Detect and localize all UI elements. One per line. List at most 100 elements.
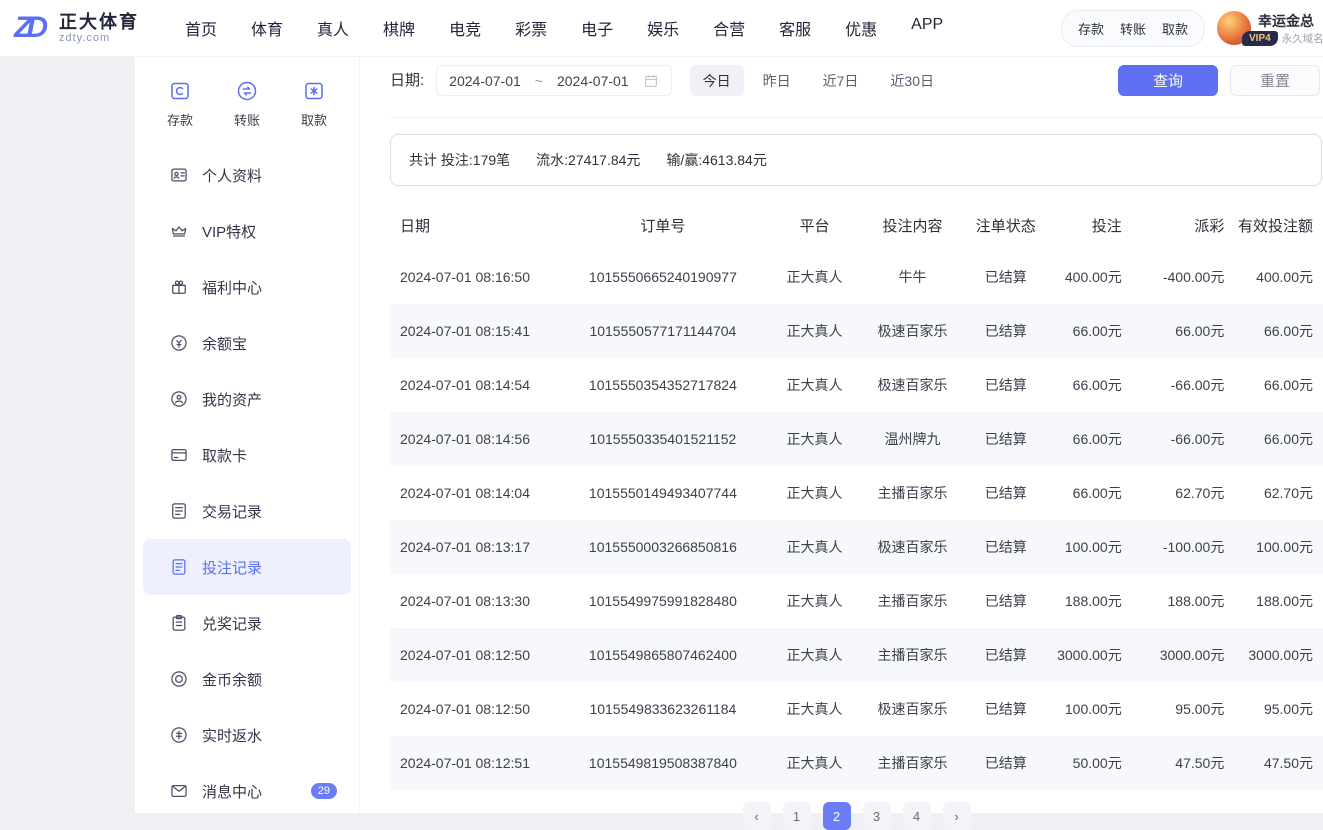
table-row: 2024-07-01 08:13:30 1015549975991828480 正大… — [390, 574, 1323, 628]
page-prev-button[interactable]: ‹ — [742, 802, 771, 830]
cell-order-no: 1015549865807462400 — [588, 647, 737, 663]
header-deposit-link[interactable]: 存款 — [1078, 19, 1104, 38]
cell-valid: 62.70元 — [1263, 485, 1313, 501]
table-row: 2024-07-01 08:12:50 1015549865807462400 正大… — [390, 628, 1323, 682]
cell-date: 2024-07-01 08:15:41 — [400, 323, 530, 339]
page-button-3[interactable]: 3 — [862, 802, 891, 830]
sidebar-item-label: 交易记录 — [202, 503, 263, 521]
sidebar-item-bet-records[interactable]: 投注记录 — [143, 539, 351, 595]
envelope-icon — [171, 784, 187, 798]
cell-valid: 400.00元 — [1256, 269, 1313, 285]
cell-valid: 66.00元 — [1263, 377, 1313, 393]
nav-item-lottery[interactable]: 彩票 — [515, 16, 547, 40]
sidebar-item-label: VIP特权 — [202, 223, 257, 241]
cell-valid: 100.00元 — [1256, 539, 1313, 555]
table-row: 2024-07-01 08:14:56 1015550335401521152 正大… — [390, 412, 1323, 466]
cell-valid: 66.00元 — [1263, 323, 1313, 339]
sidebar-quick-transfer[interactable]: 转账 — [234, 79, 260, 129]
nav-item-esports[interactable]: 电竞 — [449, 16, 481, 40]
cell-payout: 66.00元 — [1175, 323, 1225, 339]
nav-item-slots[interactable]: 电子 — [581, 16, 613, 40]
list-icon — [172, 503, 186, 519]
nav-item-joint[interactable]: 合营 — [713, 16, 745, 40]
sidebar-quick-deposit[interactable]: 存款 — [167, 79, 193, 129]
cell-order-no: 1015550003266850816 — [588, 539, 737, 555]
date-separator: ~ — [534, 72, 543, 89]
sidebar-item-vip[interactable]: VIP特权 — [143, 203, 351, 259]
sidebar-item-welfare[interactable]: 福利中心 — [143, 259, 351, 315]
column-header-date: 日期 — [400, 217, 431, 235]
header-transfer-link[interactable]: 转账 — [1120, 19, 1146, 38]
calendar-icon — [643, 73, 659, 89]
cell-date: 2024-07-01 08:12:50 — [400, 647, 530, 663]
nav-item-home[interactable]: 首页 — [185, 16, 217, 40]
table-row: 2024-07-01 08:14:54 1015550354352717824 正大… — [390, 358, 1323, 412]
cell-valid: 95.00元 — [1263, 701, 1313, 717]
cell-platform: 正大真人 — [786, 593, 843, 609]
sidebar-item-gold-balance[interactable]: 金币余额 — [143, 651, 351, 707]
sidebar-item-yuebao[interactable]: 余额宝 — [143, 315, 351, 371]
brand-logo[interactable]: ZD 正大体育 zdty.com — [14, 12, 139, 45]
sidebar-item-profile[interactable]: 个人资料 — [143, 147, 351, 203]
cell-status: 已结算 — [984, 431, 1027, 447]
nav-item-live[interactable]: 真人 — [317, 16, 349, 40]
cell-order-no: 1015550665240190977 — [588, 269, 737, 285]
sidebar-item-assets[interactable]: 我的资产 — [143, 371, 351, 427]
cell-status: 已结算 — [984, 755, 1027, 771]
page-button-1[interactable]: 1 — [782, 802, 811, 830]
page-button-2[interactable]: 2 — [822, 802, 851, 830]
quick-action-label: 取款 — [300, 113, 327, 128]
table-row: 2024-07-01 08:14:04 1015550149493407744 正大… — [390, 466, 1323, 520]
cell-bet: 66.00元 — [1072, 323, 1122, 339]
page-button-4[interactable]: 4 — [902, 802, 931, 830]
range-button-last7[interactable]: 近7日 — [810, 65, 872, 96]
id-card-icon — [171, 168, 187, 182]
cell-bet: 66.00元 — [1072, 377, 1122, 393]
cell-date: 2024-07-01 08:12:51 — [400, 755, 530, 771]
sidebar-item-withdraw-card[interactable]: 取款卡 — [143, 427, 351, 483]
cell-date: 2024-07-01 08:12:50 — [400, 701, 530, 717]
sidebar-item-messages[interactable]: 消息中心 29 — [143, 763, 351, 819]
cell-payout: -66.00元 — [1170, 377, 1225, 393]
page-next-button[interactable]: › — [942, 802, 971, 830]
reset-button[interactable]: 重置 — [1230, 65, 1320, 96]
domain-label: 永久域名: — [1281, 32, 1323, 45]
cell-bet: 100.00元 — [1064, 539, 1122, 555]
cell-order-no: 1015549833623261184 — [589, 701, 737, 717]
cell-bet: 188.00元 — [1064, 593, 1122, 609]
nav-item-service[interactable]: 客服 — [779, 16, 811, 40]
nav-item-promo[interactable]: 优惠 — [845, 16, 877, 40]
column-header-status: 注单状态 — [975, 217, 1036, 235]
range-button-yesterday[interactable]: 昨日 — [750, 65, 804, 96]
cell-payout: 95.00元 — [1175, 701, 1225, 717]
cell-date: 2024-07-01 08:13:17 — [400, 539, 530, 555]
cell-date: 2024-07-01 08:16:50 — [400, 269, 530, 285]
cell-payout: -100.00元 — [1162, 539, 1225, 555]
cell-bet: 400.00元 — [1064, 269, 1122, 285]
nav-item-chess[interactable]: 棋牌 — [383, 16, 415, 40]
range-button-today[interactable]: 今日 — [689, 65, 744, 96]
date-range-input[interactable]: 2024-07-01 ~ 2024-07-01 — [436, 65, 672, 96]
sidebar-item-transactions[interactable]: 交易记录 — [143, 483, 351, 539]
cell-platform: 正大真人 — [786, 323, 843, 339]
date-to-value: 2024-07-01 — [556, 72, 629, 89]
search-button[interactable]: 查询 — [1118, 65, 1218, 96]
sidebar-quick-withdraw[interactable]: 取款 — [301, 79, 327, 129]
crown-icon — [171, 226, 187, 237]
cell-platform: 正大真人 — [786, 485, 843, 501]
cell-content: 主播百家乐 — [877, 593, 948, 609]
cell-content: 主播百家乐 — [877, 647, 948, 663]
sidebar-item-redeem-records[interactable]: 兑奖记录 — [143, 595, 351, 651]
nav-item-entertainment[interactable]: 娱乐 — [647, 16, 679, 40]
cell-valid: 47.50元 — [1263, 755, 1313, 771]
cell-status: 已结算 — [984, 647, 1027, 663]
range-button-last30[interactable]: 近30日 — [877, 65, 947, 96]
header-withdraw-link[interactable]: 取款 — [1162, 19, 1188, 38]
document-icon — [172, 559, 186, 575]
user-block[interactable]: 幸运金总 VIP4 永久域名: — [1217, 11, 1323, 46]
nav-item-app[interactable]: APP — [911, 16, 943, 40]
main-nav: 首页 体育 真人 棋牌 电竞 彩票 电子 娱乐 合营 客服 优惠 APP — [185, 16, 943, 40]
nav-item-sports[interactable]: 体育 — [251, 16, 283, 40]
sidebar-item-rebate[interactable]: 实时返水 — [143, 707, 351, 763]
user-sub: VIP4 永久域名: — [1242, 30, 1323, 46]
